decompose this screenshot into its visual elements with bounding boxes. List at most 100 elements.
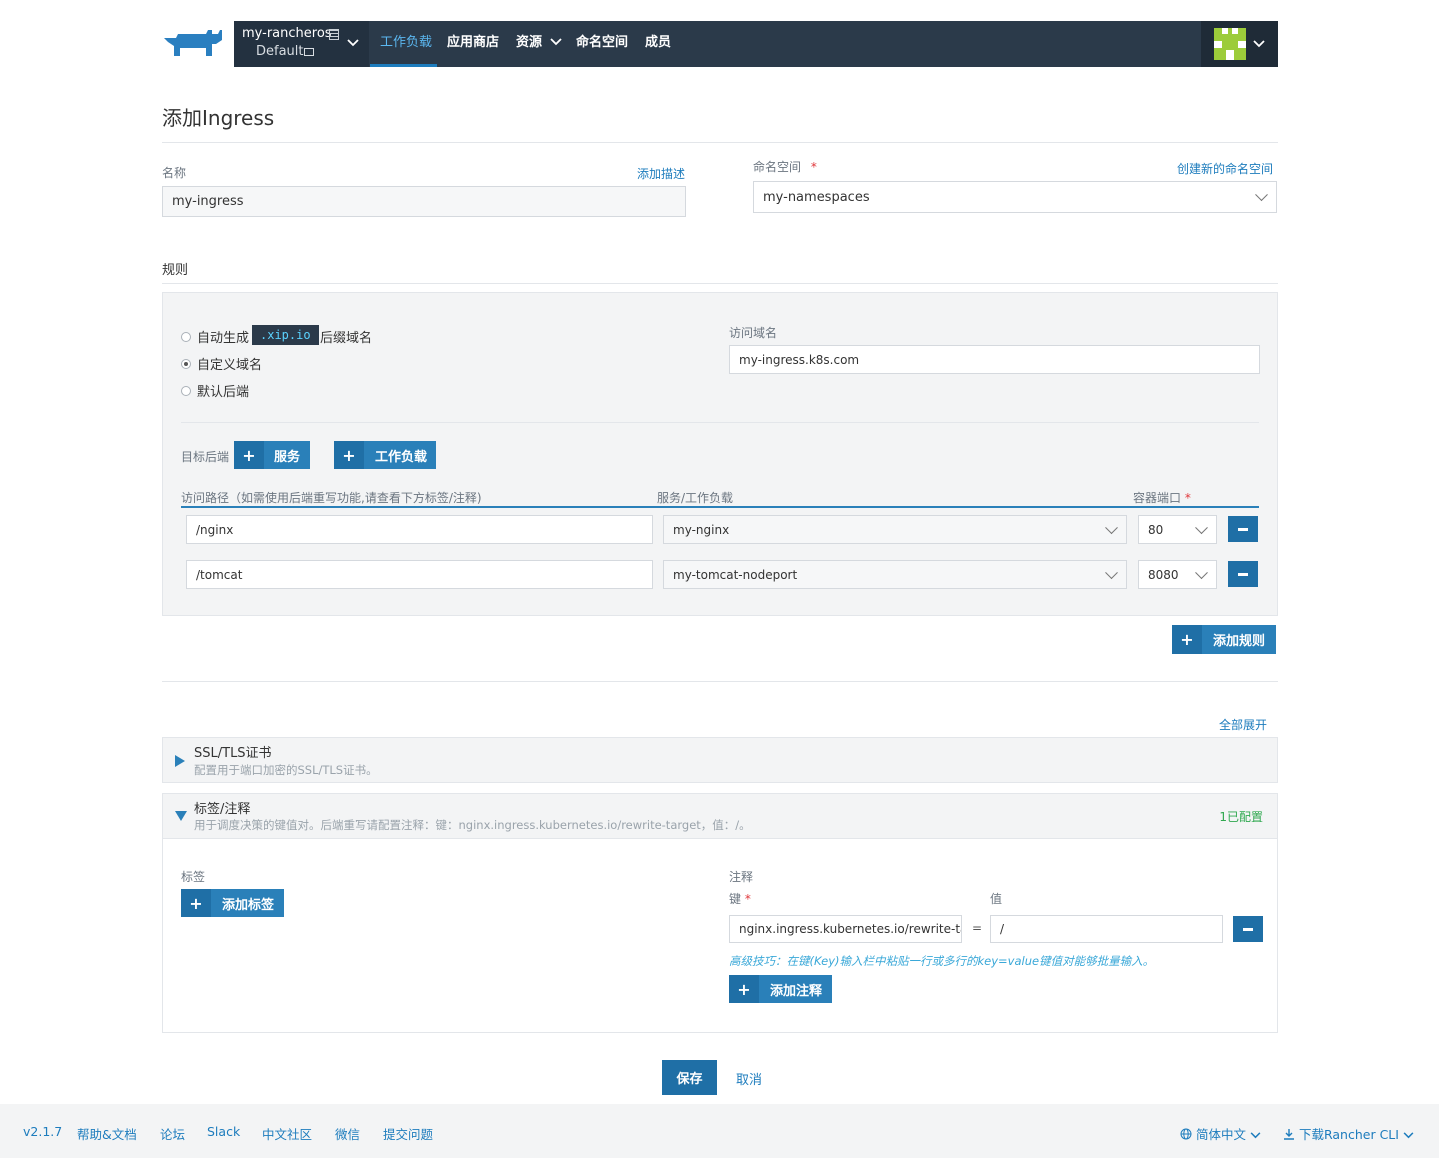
remove-row-button[interactable] (1228, 561, 1258, 587)
footer-link-slack[interactable]: Slack (207, 1124, 240, 1139)
radio-custom-label: 自定义域名 (197, 358, 263, 373)
radio-default-label: 默认后端 (197, 385, 250, 400)
minus-icon (1243, 927, 1253, 931)
namespace-select[interactable]: my-namespaces (753, 181, 1277, 213)
avatar (1214, 28, 1246, 60)
download-cli-menu[interactable]: 下载Rancher CLI (1283, 1124, 1414, 1143)
chevron-down-icon (1403, 1132, 1414, 1139)
plus-icon: + (334, 441, 364, 469)
footer-link-forum[interactable]: 论坛 (160, 1124, 185, 1143)
annotation-key-input[interactable]: nginx.ingress.kubernetes.io/rewrite-targ… (729, 915, 962, 943)
add-label-button[interactable]: + 添加标签 (181, 889, 285, 917)
add-annotation-button[interactable]: + 添加注释 (729, 975, 833, 1003)
col-target-header: 服务/工作负载 (657, 491, 734, 505)
port-select[interactable]: 80 (1138, 515, 1217, 544)
footer-link-wechat[interactable]: 微信 (335, 1124, 360, 1143)
save-button[interactable]: 保存 (662, 1060, 717, 1095)
expand-all-link[interactable]: 全部展开 (1219, 716, 1267, 733)
nav-resources[interactable]: 资源 (516, 21, 562, 67)
minus-icon (1238, 572, 1248, 576)
divider (162, 283, 1278, 284)
chevron-down-icon (1105, 565, 1118, 579)
create-namespace-link[interactable]: 创建新的命名空间 (1177, 160, 1273, 177)
annotations-label: 注释 (729, 870, 754, 884)
name-input-value: my-ingress (172, 194, 244, 209)
labels-title: 标签/注释 (194, 802, 251, 817)
project-name: Default (256, 44, 304, 59)
path-input[interactable]: /tomcat (186, 560, 653, 589)
labels-accordion-header[interactable]: 标签/注释 用于调度决策的键值对。后端重写请配置注释：键：nginx.ingre… (162, 793, 1278, 839)
nav-workloads[interactable]: 工作负载 (370, 21, 437, 67)
path-input-value: /tomcat (196, 567, 243, 582)
download-cli-label: 下载Rancher CLI (1298, 1127, 1399, 1142)
add-label-label: 添加标签 (222, 897, 275, 913)
remove-row-button[interactable] (1228, 516, 1258, 542)
col-port-header: 容器端口 * (1133, 489, 1191, 506)
chevron-down-icon (347, 35, 359, 51)
add-service-button[interactable]: + 服务 (234, 441, 311, 469)
target-backend-label: 目标后端 (181, 450, 230, 464)
divider (162, 681, 1278, 682)
radio-default-backend[interactable] (181, 386, 191, 396)
version-link[interactable]: v2.1.7 (23, 1124, 62, 1139)
header-underline (181, 506, 1259, 508)
chevron-down-icon (1250, 1132, 1261, 1139)
key-label: 键 * (729, 890, 751, 907)
language-selector[interactable]: 简体中文 (1180, 1124, 1261, 1143)
ssl-accordion-header[interactable]: SSL/TLS证书 配置用于端口加密的SSL/TLS证书。 (162, 737, 1278, 783)
page-title: 添加Ingress (162, 106, 275, 130)
nav-members[interactable]: 成员 (645, 21, 671, 67)
ssl-title: SSL/TLS证书 (194, 746, 272, 761)
target-select[interactable]: my-tomcat-nodeport (663, 560, 1127, 589)
namespace-label: 命名空间 * (753, 158, 817, 175)
divider (181, 422, 1259, 423)
plus-icon: + (729, 975, 759, 1003)
labels-label: 标签 (181, 870, 206, 884)
chevron-down-icon (549, 38, 562, 46)
port-select[interactable]: 8080 (1138, 560, 1217, 589)
footer-link-community[interactable]: 中文社区 (262, 1124, 312, 1143)
collapse-arrow-icon (175, 811, 187, 821)
key-label-text: 键 (729, 892, 742, 906)
target-select[interactable]: my-nginx (663, 515, 1127, 544)
language-label: 简体中文 (1195, 1127, 1246, 1142)
remove-annotation-button[interactable] (1233, 916, 1263, 942)
annotation-value-input[interactable]: / (990, 915, 1223, 943)
footer-link-issue[interactable]: 提交问题 (383, 1124, 433, 1143)
folder-icon (304, 48, 314, 56)
download-icon (1284, 1129, 1294, 1140)
footer-link-help[interactable]: 帮助&文档 (77, 1124, 137, 1143)
nav-catalog-apps[interactable]: 应用商店 (447, 21, 499, 67)
namespace-label-text: 命名空间 (753, 160, 802, 174)
user-menu[interactable] (1201, 21, 1278, 67)
divider (162, 142, 1278, 143)
cluster-project-switcher[interactable]: my-rancheros Default (234, 21, 369, 67)
port-select-value: 80 (1148, 522, 1164, 537)
cancel-button[interactable]: 取消 (736, 1069, 762, 1088)
cluster-icon (329, 29, 339, 40)
add-workload-button[interactable]: + 工作负载 (334, 441, 437, 469)
target-select-value: my-nginx (673, 522, 730, 537)
radio-auto-label-suffix: 后缀域名 (320, 331, 373, 346)
labels-accordion-body: 标签 + 添加标签 注释 键 * 值 nginx.ingress.kuberne… (162, 838, 1278, 1033)
path-input[interactable]: /nginx (186, 515, 653, 544)
rancher-logo[interactable] (162, 26, 224, 60)
value-label: 值 (990, 892, 1003, 906)
chevron-down-icon (1253, 40, 1265, 48)
xip-io-badge: .xip.io (252, 325, 319, 345)
add-annotation-label: 添加注释 (770, 983, 823, 999)
radio-auto-domain[interactable] (181, 332, 191, 342)
host-input[interactable]: my-ingress.k8s.com (729, 345, 1260, 374)
expand-arrow-icon (175, 755, 185, 767)
chevron-down-icon (1255, 188, 1268, 202)
add-description-link[interactable]: 添加描述 (637, 165, 685, 182)
labels-subtitle: 用于调度决策的键值对。后端重写请配置注释：键：nginx.ingress.kub… (194, 818, 751, 832)
add-rule-button[interactable]: + 添加规则 (1172, 625, 1277, 654)
footer: v2.1.7 帮助&文档 论坛 Slack 中文社区 微信 提交问题 简体中文 … (0, 1104, 1439, 1158)
name-input[interactable]: my-ingress (162, 186, 686, 217)
rules-section-title: 规则 (162, 263, 189, 278)
radio-custom-domain[interactable] (181, 359, 191, 369)
add-workload-label: 工作负载 (375, 449, 428, 465)
nav-namespaces[interactable]: 命名空间 (576, 21, 628, 67)
host-label: 访问域名 (729, 326, 778, 340)
